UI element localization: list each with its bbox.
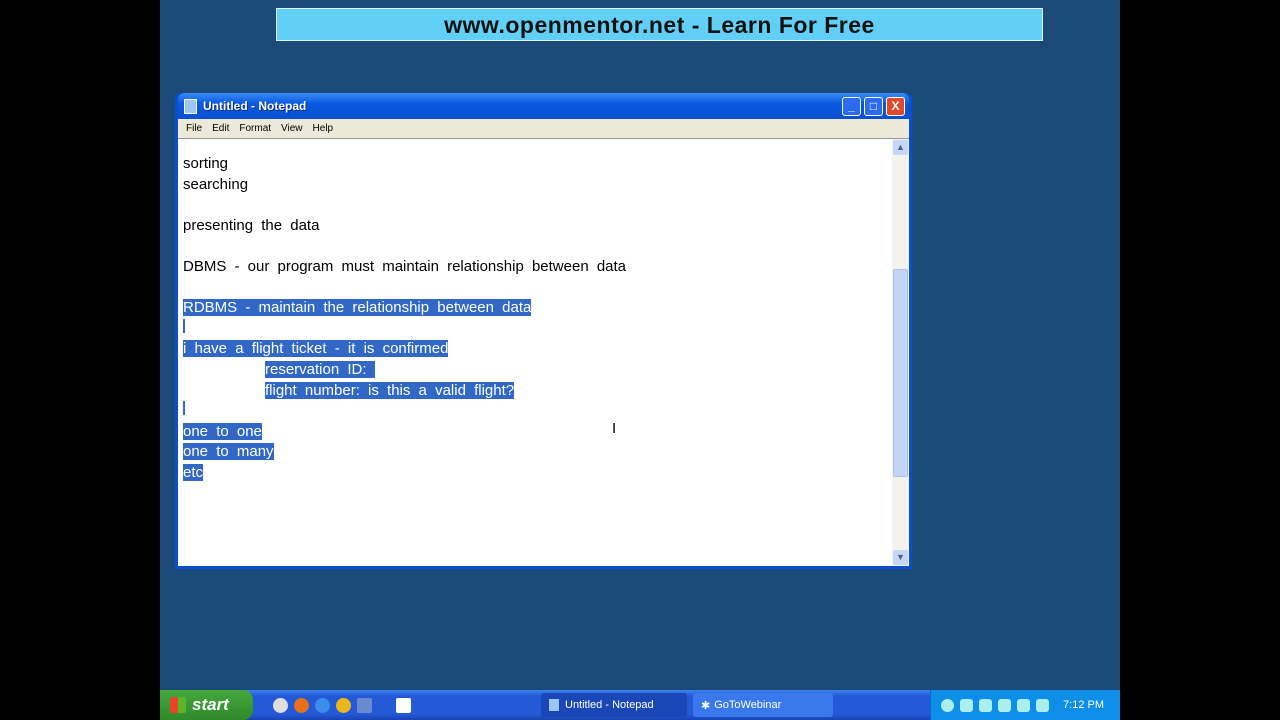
chrome-icon[interactable]: [336, 697, 351, 713]
text-line: sorting: [183, 154, 626, 175]
windows-logo-icon: [170, 697, 186, 713]
ie-icon[interactable]: [315, 697, 330, 713]
text-line: etc: [183, 463, 626, 484]
gotowebinar-icon: ✱: [701, 699, 711, 712]
close-button[interactable]: X: [886, 96, 905, 116]
menu-bar: File Edit Format View Help: [178, 119, 909, 138]
text-line: presenting the data: [183, 216, 626, 237]
selected-text: one to one: [183, 422, 262, 440]
text-line: searching: [183, 175, 626, 196]
text-cursor-icon: I: [612, 420, 617, 437]
taskbar: start Untitled - Notepad ✱ GoToWebinar 7…: [160, 690, 1120, 720]
tray-app-icon[interactable]: [998, 698, 1012, 712]
start-label: start: [192, 695, 229, 714]
task-label: GoToWebinar: [714, 699, 782, 711]
editor-text[interactable]: sorting searching presenting the data DBMS …: [183, 154, 626, 484]
task-notepad[interactable]: Untitled - Notepad: [541, 693, 687, 717]
selected-text: reservation ID:: [265, 360, 375, 378]
text-line: one to one: [183, 422, 626, 443]
text-line: [183, 318, 626, 340]
selected-text: RDBMS - maintain the relationship betwee…: [183, 299, 532, 317]
text-line: [183, 236, 626, 257]
scroll-thumb[interactable]: [893, 269, 908, 477]
app-icon[interactable]: [357, 697, 372, 713]
notepad-icon: [184, 98, 197, 114]
task-gotowebinar[interactable]: ✱ GoToWebinar: [693, 693, 833, 717]
notepad-window: Untitled - Notepad _ □ X File Edit Forma…: [175, 93, 912, 569]
text-line: reservation ID:: [183, 360, 626, 381]
selected-text: [183, 318, 185, 333]
menu-format[interactable]: Format: [234, 123, 276, 134]
network-icon[interactable]: [960, 698, 974, 712]
text-line: [183, 195, 626, 216]
tray-expand-icon[interactable]: [941, 698, 955, 712]
notepad-icon: [549, 699, 559, 711]
minimize-button[interactable]: _: [842, 96, 861, 116]
text-line: i have a flight ticket - it is confirmed: [183, 339, 626, 360]
quicklaunch-icon[interactable]: [273, 697, 288, 713]
text-editor[interactable]: sorting searching presenting the data DBMS …: [178, 138, 909, 566]
text-line: [183, 401, 626, 422]
tray-app-icon[interactable]: [979, 698, 993, 712]
text-line: RDBMS - maintain the relationship betwee…: [183, 298, 626, 319]
menu-help[interactable]: Help: [308, 123, 339, 134]
selected-text: flight number: is this a valid flight?: [265, 381, 515, 399]
quick-launch: [273, 697, 411, 713]
text-line: [183, 278, 626, 299]
title-bar[interactable]: Untitled - Notepad _ □ X: [178, 93, 909, 119]
system-tray: 7:12 PM: [930, 690, 1120, 720]
show-desktop-icon[interactable]: [396, 697, 411, 713]
line-text: sorting: [183, 155, 229, 172]
line-text: DBMS - our program must maintain relatio…: [183, 257, 627, 275]
start-button[interactable]: start: [160, 690, 253, 720]
task-label: Untitled - Notepad: [565, 699, 654, 711]
vertical-scrollbar[interactable]: ▲ ▼: [892, 139, 909, 566]
menu-view[interactable]: View: [276, 123, 308, 134]
tray-app-icon[interactable]: [1017, 698, 1031, 712]
tray-app-icon[interactable]: [1036, 698, 1050, 712]
maximize-button[interactable]: □: [864, 96, 883, 116]
text-line: DBMS - our program must maintain relatio…: [183, 257, 626, 278]
banner: www.openmentor.net - Learn For Free: [276, 8, 1043, 41]
line-text: presenting the data: [183, 216, 320, 234]
text-line: one to many: [183, 442, 626, 463]
selected-text: one to many: [183, 443, 274, 461]
clock[interactable]: 7:12 PM: [1063, 699, 1104, 711]
scroll-up-icon[interactable]: ▲: [893, 140, 908, 155]
scroll-down-icon[interactable]: ▼: [893, 550, 908, 565]
selected-text: etc: [183, 463, 204, 481]
text-line: flight number: is this a valid flight?: [183, 381, 626, 402]
menu-file[interactable]: File: [181, 123, 207, 134]
selected-text: i have a flight ticket - it is confirmed: [183, 340, 449, 358]
firefox-icon[interactable]: [294, 697, 309, 713]
selected-text: [183, 401, 185, 416]
window-title: Untitled - Notepad: [203, 99, 307, 113]
menu-edit[interactable]: Edit: [207, 123, 234, 134]
line-text: searching: [183, 175, 249, 193]
